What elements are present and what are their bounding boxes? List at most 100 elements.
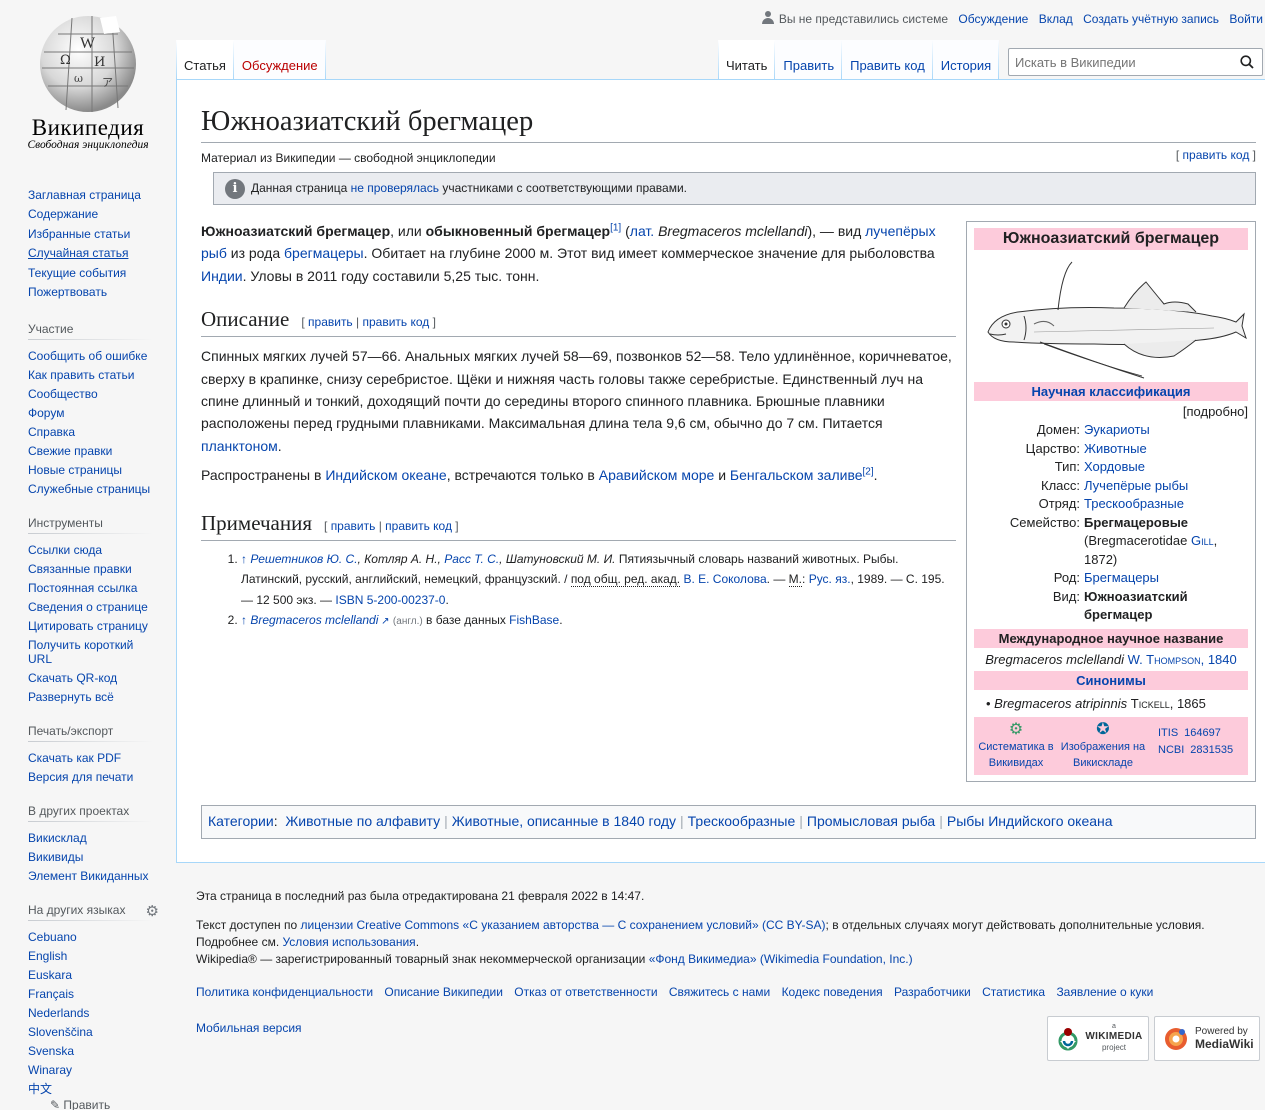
terms-link[interactable]: Условия использования	[282, 935, 415, 949]
tab-history[interactable]: История	[932, 40, 1000, 80]
taxon-phylum-link[interactable]: Хордовые	[1084, 458, 1248, 477]
wikispecies-box[interactable]: ⚙ Систематика в Викивидах	[974, 721, 1058, 775]
sidebar-item-report-error[interactable]: Сообщить об ошибке	[28, 349, 147, 363]
footer-cookie-link[interactable]: Заявление о куки	[1056, 985, 1153, 999]
tab-talk[interactable]: Обсуждение	[233, 40, 326, 80]
categories-label-link[interactable]: Категории	[208, 813, 274, 829]
commons-box[interactable]: ✪ Изображения на Викискладе	[1058, 721, 1148, 775]
category-link[interactable]: Промысловая рыба	[807, 813, 935, 829]
taxon-order-link[interactable]: Трескообразные	[1084, 495, 1248, 514]
tab-read[interactable]: Читать	[718, 40, 775, 80]
edit-section-description[interactable]: править	[308, 315, 353, 329]
wikimedia-project-badge[interactable]: a WIKIMEDIA project	[1047, 1016, 1149, 1061]
sidebar-lang-winaray[interactable]: Winaray	[28, 1063, 72, 1077]
footer-privacy-link[interactable]: Политика конфиденциальности	[196, 985, 373, 999]
footer-about-link[interactable]: Описание Википедии	[384, 985, 503, 999]
sidebar-item-community[interactable]: Сообщество	[28, 387, 98, 401]
personal-contribs-link[interactable]: Вклад	[1039, 12, 1073, 26]
sidebar-item-forum[interactable]: Форум	[28, 406, 64, 420]
itis-link[interactable]: 164697	[1184, 727, 1221, 739]
sidebar-lang-nederlands[interactable]: Nederlands	[28, 1006, 89, 1020]
edit-section-notes[interactable]: править	[331, 519, 376, 533]
tab-edit-source[interactable]: Править код	[842, 40, 933, 80]
publisher-link[interactable]: Рус. яз.	[809, 572, 851, 586]
india-link[interactable]: Индии	[201, 268, 243, 284]
author-reshetnikov-link[interactable]: Решетников Ю. С.	[250, 552, 357, 566]
fishbase-species-link[interactable]: Bregmaceros mclellandi	[250, 613, 378, 627]
sidebar-item-what-links-here[interactable]: Ссылки сюда	[28, 543, 102, 557]
edit-source-section-description[interactable]: править код	[362, 315, 429, 329]
latin-link[interactable]: лат.	[630, 223, 654, 239]
sidebar-lang-francais[interactable]: Français	[28, 987, 74, 1001]
author-thompson-link[interactable]: W. Thompson, 1840	[1128, 652, 1237, 667]
login-link[interactable]: Войти	[1229, 12, 1263, 26]
footer-developers-link[interactable]: Разработчики	[894, 985, 971, 999]
search-input[interactable]	[1009, 49, 1229, 75]
unreviewed-link[interactable]: не проверялась	[351, 181, 439, 195]
fish-illustration[interactable]	[974, 252, 1249, 380]
ref-2-link[interactable]: [2]	[863, 467, 874, 478]
powered-by-mediawiki-badge[interactable]: Powered by MediaWiki	[1154, 1016, 1260, 1061]
taxon-genus-link[interactable]: Брегмацеры	[1084, 569, 1248, 588]
category-link[interactable]: Животные, описанные в 1840 году	[452, 813, 676, 829]
sidebar-item-wikispecies[interactable]: Викивиды	[28, 850, 83, 864]
ref-1-link[interactable]: [1]	[610, 222, 621, 233]
category-link[interactable]: Животные по алфавиту	[285, 813, 440, 829]
author-rass-link[interactable]: Расс Т. С.	[444, 552, 499, 566]
sidebar-item-random[interactable]: Случайная статья	[28, 246, 128, 260]
sidebar-item-recent-changes[interactable]: Свежие правки	[28, 444, 112, 458]
wikispecies-link[interactable]: Систематика в Викивидах	[978, 741, 1053, 769]
editor-sokolov-link[interactable]: В. Е. Соколова	[683, 572, 766, 586]
sidebar-item-commons[interactable]: Викисклад	[28, 831, 87, 845]
sidebar-item-qr-code[interactable]: Скачать QR-код	[28, 671, 117, 685]
ncbi-label-link[interactable]: NCBI	[1158, 744, 1184, 756]
footer-code-of-conduct-link[interactable]: Кодекс поведения	[782, 985, 883, 999]
footer-contact-link[interactable]: Свяжитесь с нами	[669, 985, 770, 999]
create-account-link[interactable]: Создать учётную запись	[1083, 12, 1219, 26]
taxon-class-link[interactable]: Лучепёрые рыбы	[1084, 477, 1248, 496]
fishbase-link[interactable]: FishBase	[509, 613, 559, 627]
sidebar-item-wikidata[interactable]: Элемент Викиданных	[28, 869, 149, 883]
tab-edit[interactable]: Править	[775, 40, 843, 80]
sidebar-lang-svenska[interactable]: Svenska	[28, 1044, 74, 1058]
sidebar-item-page-info[interactable]: Сведения о странице	[28, 600, 148, 614]
sidebar-item-featured[interactable]: Избранные статьи	[28, 227, 130, 241]
details-link[interactable]: [подробно]	[974, 404, 1248, 419]
sidebar-item-help[interactable]: Справка	[28, 425, 75, 439]
taxon-kingdom-link[interactable]: Животные	[1084, 440, 1248, 459]
footer-disclaimer-link[interactable]: Отказ от ответственности	[514, 985, 657, 999]
sidebar-lang-chinese[interactable]: 中文	[28, 1082, 52, 1096]
sidebar-item-cite[interactable]: Цитировать страницу	[28, 619, 148, 633]
mobile-view-link[interactable]: Мобильная версия	[196, 1021, 302, 1035]
sidebar-item-new-pages[interactable]: Новые страницы	[28, 463, 122, 477]
sidebar-item-download-pdf[interactable]: Скачать как PDF	[28, 751, 121, 765]
category-link[interactable]: Трескообразные	[688, 813, 796, 829]
search-icon[interactable]	[1240, 55, 1254, 69]
license-link[interactable]: лицензии Creative Commons «С указанием а…	[301, 918, 826, 932]
author-gill-link[interactable]: Gill	[1191, 533, 1214, 548]
indian-ocean-link[interactable]: Индийском океане	[325, 467, 446, 483]
ref-1-backlink[interactable]: ↑	[241, 552, 247, 566]
personal-talk-link[interactable]: Обсуждение	[958, 12, 1028, 26]
sidebar-item-main-page[interactable]: Заглавная страница	[28, 188, 141, 202]
scientific-classification-link[interactable]: Научная классификация	[1032, 384, 1191, 399]
isbn-link[interactable]: ISBN 5-200-00237-0	[335, 593, 445, 607]
bregmaceros-link[interactable]: брегмацеры	[284, 245, 364, 261]
sidebar-item-related-changes[interactable]: Связанные правки	[28, 562, 132, 576]
sidebar-item-donate[interactable]: Пожертвовать	[28, 285, 107, 299]
tab-article[interactable]: Статья	[176, 40, 234, 80]
sidebar-item-printable[interactable]: Версия для печати	[28, 770, 133, 784]
edit-source-section-notes[interactable]: править код	[385, 519, 452, 533]
ncbi-link[interactable]: 2831535	[1190, 744, 1233, 756]
arabian-sea-link[interactable]: Аравийском море	[599, 467, 715, 483]
commons-link[interactable]: Изображения на Викискладе	[1061, 741, 1145, 769]
sidebar-lang-cebuano[interactable]: Cebuano	[28, 930, 77, 944]
sidebar-lang-english[interactable]: English	[28, 949, 67, 963]
taxon-domain-link[interactable]: Эукариоты	[1084, 421, 1248, 440]
bay-of-bengal-link[interactable]: Бенгальском заливе	[730, 467, 863, 483]
plankton-link[interactable]: планктоном	[201, 438, 278, 454]
edit-top-link[interactable]: править код	[1183, 148, 1250, 162]
footer-statistics-link[interactable]: Статистика	[982, 985, 1045, 999]
sidebar-item-short-url[interactable]: Получить короткий URL	[28, 638, 133, 666]
sidebar-item-expand-all[interactable]: Развернуть всё	[28, 690, 114, 704]
